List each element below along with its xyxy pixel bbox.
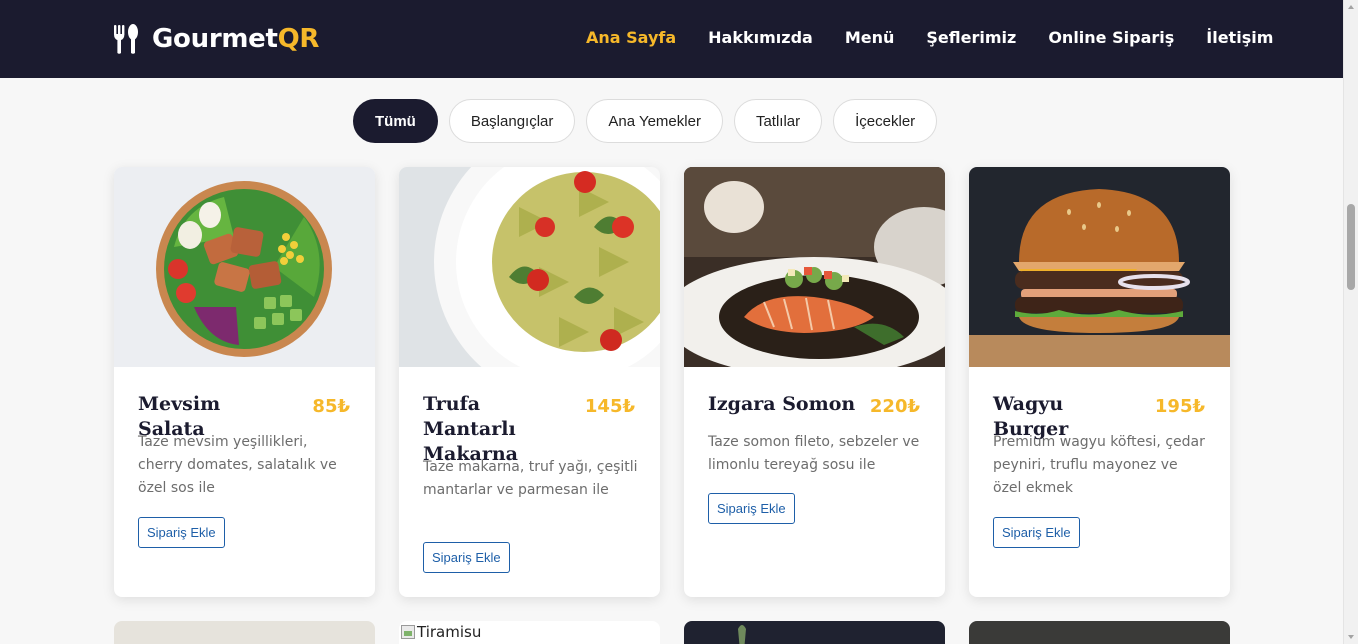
burger-image bbox=[969, 167, 1230, 367]
menu-card-preview: Tiramisu bbox=[399, 621, 660, 644]
add-order-button[interactable]: Sipariş Ekle bbox=[993, 517, 1080, 548]
item-price: 220₺ bbox=[869, 396, 920, 417]
menu-card: Trufa Mantarlı Makarna 145₺ Taze makarna… bbox=[399, 167, 660, 597]
item-description: Premium wagyu köftesi, çedar peyniri, tr… bbox=[993, 434, 1205, 496]
broken-image-icon bbox=[401, 625, 415, 639]
scrollbar-thumb[interactable] bbox=[1347, 204, 1355, 290]
nav-link-contact[interactable]: İletişim bbox=[1206, 28, 1273, 47]
nav-link-menu[interactable]: Menü bbox=[845, 28, 895, 47]
main-nav: Ana Sayfa Hakkımızda Menü Şeflerimiz Onl… bbox=[586, 28, 1273, 47]
filter-drinks[interactable]: İçecekler bbox=[833, 99, 938, 143]
menu-card-preview bbox=[114, 621, 375, 644]
menu-card: Wagyu Burger 195₺ Premium wagyu köftesi,… bbox=[969, 167, 1230, 597]
menu-card: Izgara Somon 220₺ Taze somon fileto, seb… bbox=[684, 167, 945, 597]
add-order-button[interactable]: Sipariş Ekle bbox=[138, 517, 225, 548]
menu-card-preview bbox=[684, 621, 945, 644]
filter-desserts[interactable]: Tatlılar bbox=[733, 99, 823, 143]
nav-link-online-order[interactable]: Online Sipariş bbox=[1048, 28, 1174, 47]
salmon-image bbox=[684, 167, 945, 367]
item-name: Izgara Somon bbox=[708, 393, 856, 415]
brand-name: GourmetQR bbox=[152, 24, 320, 54]
item-price: 195₺ bbox=[1154, 396, 1205, 417]
item-description: Taze makarna, truf yağı, çeşitli mantarl… bbox=[423, 459, 638, 498]
broken-image: Tiramisu bbox=[401, 623, 481, 641]
nav-link-home[interactable]: Ana Sayfa bbox=[586, 28, 676, 47]
image-alt-text: Tiramisu bbox=[417, 623, 482, 641]
page-scrollbar[interactable] bbox=[1343, 0, 1358, 644]
brand-logo[interactable]: GourmetQR bbox=[112, 22, 319, 56]
salad-image bbox=[114, 167, 375, 367]
add-order-button[interactable]: Sipariş Ekle bbox=[423, 542, 510, 573]
nav-link-about[interactable]: Hakkımızda bbox=[708, 28, 813, 47]
scroll-down-icon[interactable] bbox=[1348, 635, 1354, 639]
item-price: 145₺ bbox=[584, 396, 635, 417]
fork-spoon-icon bbox=[114, 24, 138, 54]
filter-starters[interactable]: Başlangıçlar bbox=[448, 99, 576, 143]
filter-all[interactable]: Tümü bbox=[353, 99, 438, 143]
pasta-image bbox=[399, 167, 660, 367]
item-price: 85₺ bbox=[312, 396, 350, 417]
menu-card: Mevsim Salata 85₺ Taze mevsim yeşillikle… bbox=[114, 167, 375, 597]
site-header: GourmetQR Ana Sayfa Hakkımızda Menü Şefl… bbox=[0, 0, 1343, 78]
scroll-up-icon[interactable] bbox=[1348, 5, 1354, 9]
filter-main-courses[interactable]: Ana Yemekler bbox=[586, 99, 723, 143]
item-description: Taze mevsim yeşillikleri, cherry domates… bbox=[138, 434, 337, 496]
category-filters: Tümü Başlangıçlar Ana Yemekler Tatlılar … bbox=[353, 99, 938, 143]
menu-card-preview bbox=[969, 621, 1230, 644]
item-description: Taze somon fileto, sebzeler ve limonlu t… bbox=[708, 434, 920, 473]
add-order-button[interactable]: Sipariş Ekle bbox=[708, 493, 795, 524]
nav-link-chefs[interactable]: Şeflerimiz bbox=[926, 28, 1016, 47]
